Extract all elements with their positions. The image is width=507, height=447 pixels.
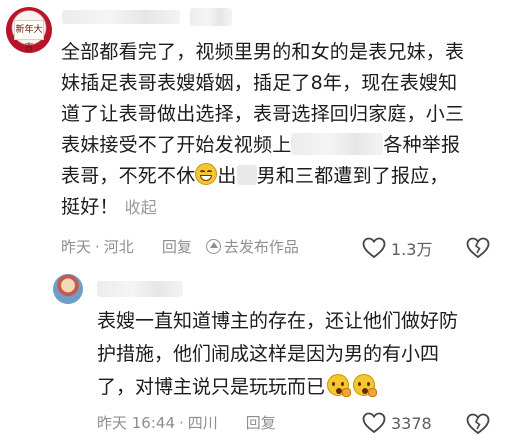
commenter-avatar[interactable]: 新年大吉 [6,7,52,53]
blurred-text [236,165,257,185]
comment-body: 全部都看完了，视频里男的和女的是表兄妹，表 妹插足表哥表嫂婚姻，插足了8年，现在… [61,37,493,223]
comment-line: 各种举报 [383,134,461,156]
reply-body: 表嫂一直知道博主的存在，还让他们做好防 护措施，他们闹成这样是因为男的有小四 了… [97,305,467,404]
post-work-label: 去发布作品 [223,238,299,256]
comment-line: 表哥，不死不休 [61,165,196,187]
comment-line: 出 [217,165,237,187]
grin-emoji-icon [195,163,218,185]
like-count: 1.3万 [391,240,433,259]
reply-location: 四川 [187,414,218,432]
dislike-icon[interactable] [466,413,490,435]
reply-line: 了，对博主说只是玩玩而已 [97,376,326,398]
dislike-icon[interactable] [466,237,490,259]
blurred-reply-username [97,281,183,297]
collapse-link[interactable]: 收起 [125,198,157,217]
like-count: 3378 [391,413,432,433]
comment-meta: 昨天 · 河北 回复 去发布作品 [61,236,299,257]
thinking-emoji-icon [353,374,378,397]
reply-time: 昨天 16:44 [97,414,175,432]
heart-icon [362,412,386,434]
heart-icon [362,237,386,259]
blurred-text [291,133,384,155]
like-button[interactable]: 1.3万 [362,236,432,260]
comment-location: 河北 [103,238,134,256]
blurred-username-extra [190,8,232,26]
comment-line: 道了让表哥做出选择，表哥选择回归家庭，小三 [61,103,465,125]
thinking-emoji-icon [327,374,352,397]
reply-line: 护措施，他们闹成这样是因为男的有小四 [97,343,440,365]
comment-line: 挺好！ [61,196,119,218]
blurred-username [62,10,180,24]
avatar-logo: 新年大吉 [14,20,44,53]
reply-line: 表嫂一直知道博主的存在，还让他们做好防 [97,310,459,332]
reply-avatar[interactable] [53,274,83,304]
comment-time: 昨天 [61,238,92,256]
comment-line: 全部都看完了，视频里男的和女的是表兄妹，表 [61,41,465,63]
comment-line: 表妹接受不了开始发视频上 [61,134,292,156]
reply-button[interactable]: 回复 [162,236,192,257]
post-work-button[interactable]: 去发布作品 [205,236,299,257]
post-icon [205,239,221,254]
comment-line: 妹插足表哥表嫂婚姻，插足了8年，现在表嫂知 [61,72,458,94]
comment-thread: 新年大吉 全部都看完了，视频里男的和女的是表兄妹，表 妹插足表哥表嫂婚姻，插足了… [0,0,507,447]
reply-button[interactable]: 回复 [246,412,276,433]
reply-meta: 昨天 16:44 · 四川 回复 [97,412,276,433]
comment-line: 男和三都遭到了报应， [256,165,449,187]
like-button[interactable]: 3378 [362,412,432,434]
